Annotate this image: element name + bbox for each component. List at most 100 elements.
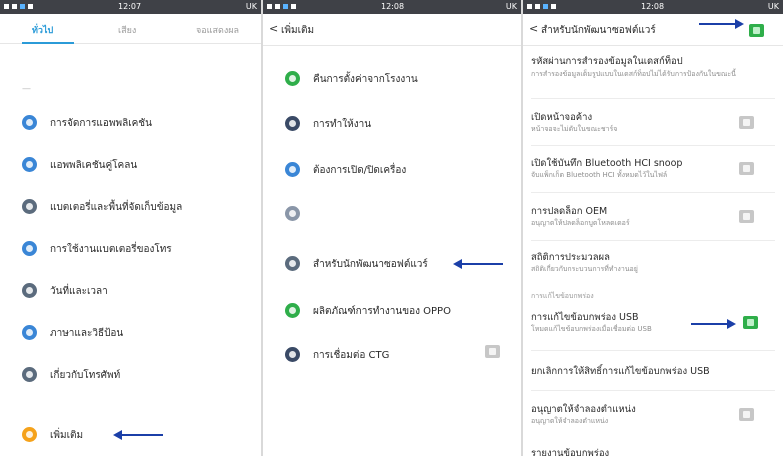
status-icons xyxy=(527,0,559,14)
list-item-label: แบตเตอรี่และพื้นที่จัดเก็บข้อมูล xyxy=(50,202,183,213)
back-icon[interactable]: < xyxy=(269,22,278,35)
list-item[interactable]: วันที่และเวลา xyxy=(0,278,261,304)
status-icons xyxy=(267,0,299,14)
battery-icon xyxy=(22,241,37,256)
list-item-label: สำหรับนักพัฒนาซอฟต์แวร์ xyxy=(313,259,428,270)
list-item[interactable]: การใช้งานแบตเตอรี่ของโทร xyxy=(0,236,261,262)
setting-row[interactable]: เปิดหน้าจอค้าง หน้าจอจะไม่ดับในขณะชาร์จ xyxy=(523,110,783,144)
status-right: UK xyxy=(245,2,257,11)
developer-options-master-toggle[interactable] xyxy=(749,24,764,37)
arrow-head xyxy=(453,259,462,269)
setting-row[interactable]: รายงานข้อบกพร่อง xyxy=(523,446,783,456)
ctg-toggle[interactable] xyxy=(485,345,500,358)
usb-debugging-toggle[interactable] xyxy=(743,316,758,329)
setting-row[interactable]: อนุญาตให้จำลองตำแหน่ง อนุญาตให้จำลองตำแห… xyxy=(523,402,783,436)
setting-row[interactable]: เปิดใช้บันทึก Bluetooth HCI snoop จับแพ็… xyxy=(523,156,783,190)
setting-summary: หน้าจอจะไม่ดับในขณะชาร์จ xyxy=(531,125,618,133)
list-item-label: ต้องการเปิด/ปิดเครื่อง xyxy=(313,165,407,176)
power-schedule-icon xyxy=(285,162,300,177)
screen-header: < เพิ่มเติม xyxy=(263,14,521,46)
collapsed-section-marker: — xyxy=(22,84,31,94)
list-item-label: การจัดการแอพพลิเคชัน xyxy=(50,118,152,129)
status-right: UK xyxy=(767,2,779,11)
status-time: 12:08 xyxy=(641,2,665,11)
setting-row[interactable]: ยกเลิกการให้สิทธิ์การแก้ไขข้อบกพร่อง USB xyxy=(523,364,783,388)
setting-title: รหัสผ่านการสำรองข้อมูลในเดสก์ท็อป xyxy=(531,56,683,67)
divider xyxy=(531,390,775,391)
list-item[interactable]: ผลิตภัณฑ์การทำงานของ OPPO xyxy=(263,298,521,324)
status-bar: 12:08 UK xyxy=(523,0,783,14)
status-icons xyxy=(4,0,36,14)
list-item-label: ผลิตภัณฑ์การทำงานของ OPPO xyxy=(313,306,451,317)
about-phone-icon xyxy=(22,367,37,382)
work-mode-icon xyxy=(285,116,300,131)
list-item[interactable]: แบตเตอรี่และพื้นที่จัดเก็บข้อมูล xyxy=(0,194,261,220)
accessibility-icon xyxy=(285,206,300,221)
list-item[interactable]: แอพพลิเคชันคู่โคลน xyxy=(0,152,261,178)
setting-title: เปิดหน้าจอค้าง xyxy=(531,112,593,123)
divider xyxy=(531,240,775,241)
setting-summary: โหมดแก้ไขข้อบกพร่องเมื่อเชื่อมต่อ USB xyxy=(531,325,652,333)
list-item-label: แอพพลิเคชันคู่โคลน xyxy=(50,160,138,171)
developer-options-screen: 12:08 UK < สำหรับนักพัฒนาซอฟต์แวร์ รหัสผ… xyxy=(523,0,783,456)
setting-row[interactable]: การปลดล็อก OEM อนุญาตให้ปลดล็อกบูตโหลดเด… xyxy=(523,204,783,238)
factory-reset-icon xyxy=(285,71,300,86)
oem-unlock-toggle[interactable] xyxy=(739,210,754,223)
setting-summary: จับแพ็กเก็ต Bluetooth HCI ทั้งหมดไว้ในไฟ… xyxy=(531,171,668,179)
setting-row-usb-debugging[interactable]: การแก้ไขข้อบกพร่อง USB โหมดแก้ไขข้อบกพร่… xyxy=(523,310,783,344)
divider xyxy=(531,98,775,99)
language-icon xyxy=(22,325,37,340)
setting-row[interactable]: รหัสผ่านการสำรองข้อมูลในเดสก์ท็อป การสำร… xyxy=(523,54,783,94)
storage-icon xyxy=(22,199,37,214)
status-bar: 12:07 UK xyxy=(0,0,261,14)
setting-title: การแก้ไขข้อบกพร่อง USB xyxy=(531,312,639,323)
arrow-indicator xyxy=(699,23,737,25)
setting-summary: อนุญาตให้จำลองตำแหน่ง xyxy=(531,417,609,425)
status-bar: 12:08 UK xyxy=(263,0,521,14)
status-time: 12:08 xyxy=(381,2,405,11)
settings-tabs: ทั่วไป เสียง จอแสดงผล xyxy=(0,14,261,44)
arrow-indicator xyxy=(461,263,503,265)
setting-title: สถิติการประมวลผล xyxy=(531,252,610,263)
list-item-label: การใช้งานแบตเตอรี่ของโทร xyxy=(50,244,172,255)
tab-sound[interactable]: เสียง xyxy=(118,23,136,37)
list-item[interactable]: การเชื่อมต่อ CTG xyxy=(263,342,521,368)
more-settings-screen: 12:08 UK < เพิ่มเติม คืนการตั้งค่าจากโรง… xyxy=(263,0,521,456)
hci-snoop-toggle[interactable] xyxy=(739,162,754,175)
arrow-indicator xyxy=(691,323,729,325)
page-title: เพิ่มเติม xyxy=(281,25,315,36)
setting-title: การปลดล็อก OEM xyxy=(531,206,608,217)
list-item[interactable]: เกี่ยวกับโทรศัพท์ xyxy=(0,362,261,388)
divider xyxy=(531,145,775,146)
setting-title: อนุญาตให้จำลองตำแหน่ง xyxy=(531,404,636,415)
page-title: สำหรับนักพัฒนาซอฟต์แวร์ xyxy=(541,25,656,36)
list-item[interactable]: การจัดการแอพพลิเคชัน xyxy=(0,110,261,136)
clone-apps-icon xyxy=(22,157,37,172)
back-icon[interactable]: < xyxy=(529,22,538,35)
tab-general[interactable]: ทั่วไป xyxy=(32,23,53,37)
list-item-label: การทำให้งาน xyxy=(313,119,372,130)
oppo-lab-icon xyxy=(285,303,300,318)
divider xyxy=(531,192,775,193)
list-item[interactable]: คืนการตั้งค่าจากโรงงาน xyxy=(263,66,521,92)
setting-summary: การสำรองข้อมูลเต็มรูปแบบในเดสก์ท็อปไม่ได… xyxy=(531,70,736,78)
settings-general-screen: 12:07 UK ทั่วไป เสียง จอแสดงผล — การจัดก… xyxy=(0,0,261,456)
list-item[interactable]: ภาษาและวิธีป้อน xyxy=(0,320,261,346)
status-time: 12:07 xyxy=(118,2,142,11)
list-item-label: ภาษาและวิธีป้อน xyxy=(50,328,124,339)
list-item[interactable] xyxy=(263,201,521,227)
divider xyxy=(531,350,775,351)
status-right: UK xyxy=(505,2,517,11)
setting-row[interactable]: สถิติการประมวลผล สถิติเกี่ยวกับกระบวนการ… xyxy=(523,250,783,280)
screenshot-triptych: 12:07 UK ทั่วไป เสียง จอแสดงผล — การจัดก… xyxy=(0,0,783,456)
list-item[interactable]: ต้องการเปิด/ปิดเครื่อง xyxy=(263,157,521,183)
screen-header: < สำหรับนักพัฒนาซอฟต์แวร์ xyxy=(523,14,783,46)
list-item[interactable]: การทำให้งาน xyxy=(263,111,521,137)
mock-location-toggle[interactable] xyxy=(739,408,754,421)
stay-awake-toggle[interactable] xyxy=(739,116,754,129)
tab-display[interactable]: จอแสดงผล xyxy=(196,23,239,37)
list-item-label: เกี่ยวกับโทรศัพท์ xyxy=(50,370,121,381)
section-header: การแก้ไขข้อบกพร่อง xyxy=(531,292,594,300)
setting-title: รายงานข้อบกพร่อง xyxy=(531,448,610,456)
list-item-label: วันที่และเวลา xyxy=(50,286,108,297)
